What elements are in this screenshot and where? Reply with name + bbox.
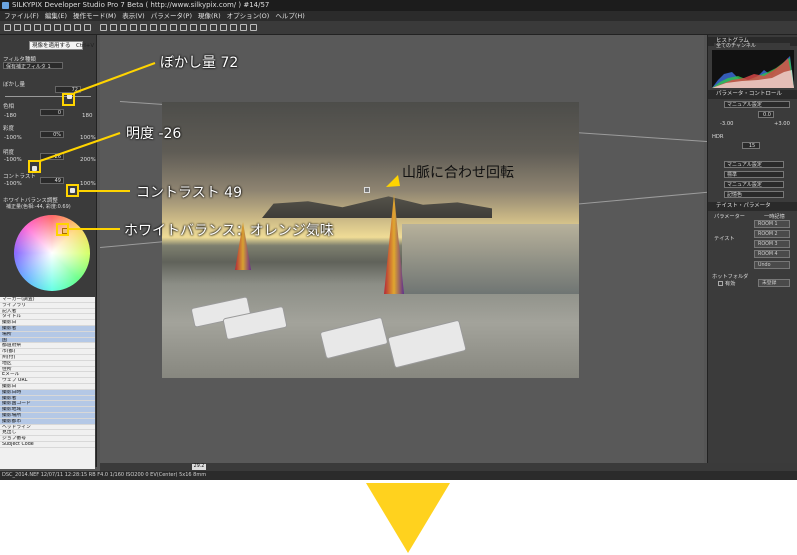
- rotate-arrow-icon: [386, 175, 400, 187]
- down-arrow-icon: [366, 483, 450, 553]
- contrast-callout: コントラスト 49: [136, 185, 242, 201]
- brightness-leader-line: [39, 132, 121, 162]
- brightness-callout: 明度 -26: [126, 126, 182, 142]
- rotate-callout: 山脈に合わせ回転: [402, 165, 514, 181]
- tutorial-figure: SILKYPIX Developer Studio Pro 7 Beta ( h…: [0, 0, 797, 555]
- white-balance-callout: ホワイトバランス：オレンジ気味: [124, 223, 334, 239]
- blur-leader-line: [73, 62, 156, 94]
- blur-callout: ぼかし量 72: [160, 55, 239, 71]
